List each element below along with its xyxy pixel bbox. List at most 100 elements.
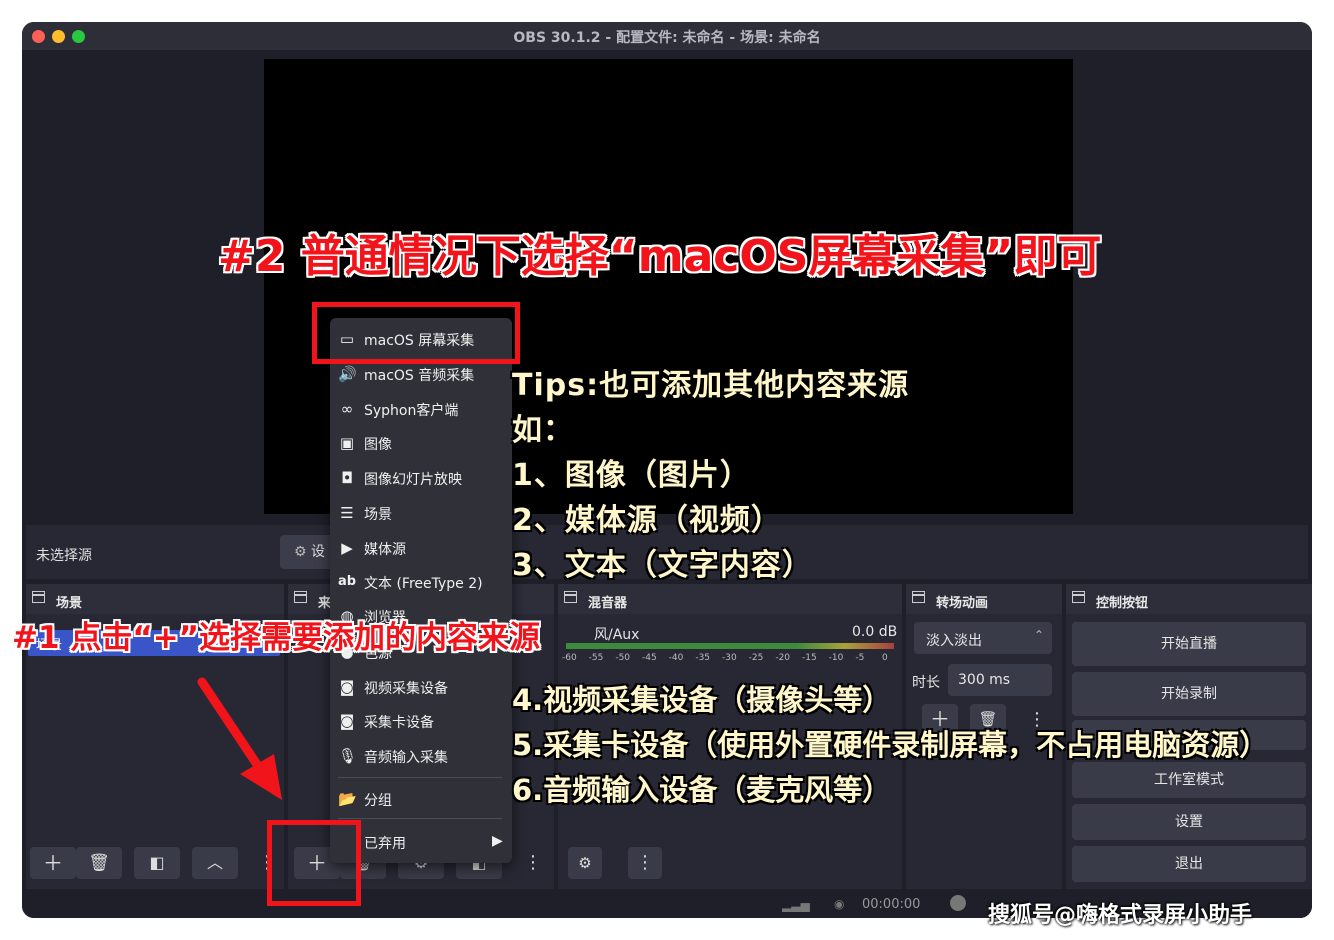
record-indicator-icon [950, 895, 966, 911]
menu-item-audio-input-capture[interactable]: 🎙 音频输入采集 [330, 739, 512, 773]
properties-label: 设 [311, 544, 326, 560]
add-scene-button[interactable]: ＋ [30, 847, 76, 879]
menu-item-image[interactable]: ▣ 图像 [330, 426, 512, 460]
annotation-arrow [197, 677, 282, 800]
transition-value: 淡入淡出 [926, 633, 982, 649]
mixer-dock-title: 混音器 [588, 596, 628, 611]
menu-item-label: 图像 [364, 437, 392, 453]
menu-item-video-capture-device[interactable]: ◙ 视频采集设备 [330, 670, 512, 704]
menu-item-scene[interactable]: ☰ 场景 [330, 496, 512, 530]
mixer-tick-label: -20 [775, 653, 791, 663]
chevron-right-icon: ▶ [492, 833, 503, 849]
mixer-tick-label: -40 [668, 653, 684, 663]
menu-separator [338, 777, 502, 778]
controls-dock-title: 控制按钮 [1096, 596, 1149, 611]
menu-item-label: 场景 [364, 507, 392, 523]
menu-item-image-slideshow[interactable]: ◘ 图像幻灯片放映 [330, 461, 512, 495]
dock-icon [32, 591, 45, 603]
tips-line: 5.采集卡设备（使用外置硬件录制屏幕，不占用电脑资源） [512, 728, 1269, 762]
menu-item-capture-card[interactable]: ◙ 采集卡设备 [330, 704, 512, 738]
menu-item-media-source[interactable]: ▶ 媒体源 [330, 531, 512, 565]
scene-filters-button[interactable]: ◧ [134, 847, 180, 879]
menu-item-label: Syphon客户端 [364, 403, 459, 419]
text-icon: ab [338, 574, 357, 589]
mixer-level: 0.0 dB [852, 624, 898, 640]
mixer-tick-label: -25 [748, 653, 764, 663]
menu-item-group[interactable]: 📂 分组 [330, 782, 512, 816]
add-source-menu: ▭ macOS 屏幕采集 🔊 macOS 音频采集 ∞ Syphon客户端 ▣ … [330, 318, 512, 863]
highlight-box-screen-capture [312, 302, 520, 364]
menu-item-label: 视频采集设备 [364, 681, 448, 697]
volume-meter [566, 643, 894, 649]
dock-icon [912, 591, 925, 603]
chevron-updown-icon: ⌃ [1034, 628, 1045, 642]
mixer-dock-header: 混音器 [558, 584, 902, 614]
trash-icon: 🗑 [88, 853, 110, 873]
play-icon: ▶ [341, 539, 353, 557]
mixer-ticks: -60 -55 -50 -45 -40 -35 -30 -25 -20 -15 -10 -5 0 [562, 653, 896, 667]
title-bar: OBS 30.1.2 - 配置文件: 未命名 - 场景: 未命名 [22, 22, 1312, 50]
start-recording-button[interactable]: 开始录制 [1072, 672, 1306, 716]
duration-label: 时长 [912, 675, 940, 691]
dock-icon [1072, 591, 1085, 603]
duration-value: 300 ms [958, 672, 1011, 688]
mixer-more-button[interactable]: ⋮ [628, 847, 662, 879]
chevron-up-icon: ︿ [206, 853, 223, 872]
move-scene-up-button[interactable]: ︿ [192, 847, 238, 879]
step1-annotation: #1 点击“+”选择需要添加的内容来源 [12, 620, 541, 656]
slideshow-icon: ◘ [341, 469, 353, 487]
transition-select[interactable]: 淡入淡出 ⌃ [914, 622, 1052, 654]
no-source-label: 未选择源 [36, 548, 92, 564]
gear-icon: ⚙ [578, 854, 592, 872]
mixer-tick-label: -50 [615, 653, 631, 663]
mixer-tick-label: -30 [722, 653, 737, 663]
watermark: 搜狐号@嗨格式录屏小助手 [988, 903, 1253, 928]
mixer-tick-label: 0 [882, 653, 888, 663]
menu-item-label: 音频输入采集 [364, 750, 448, 766]
mixer-tick-label: -5 [855, 653, 865, 663]
menu-item-label: 分组 [364, 793, 392, 809]
mixer-tick-label: -45 [642, 653, 657, 663]
tips-line: 2、媒体源（视频） [512, 503, 782, 538]
tips-line: 4.视频采集设备（摄像头等） [512, 683, 892, 717]
mixer-settings-button[interactable]: ⚙ [568, 847, 602, 879]
menu-item-label: 文本 (FreeType 2) [364, 576, 483, 592]
menu-item-syphon-client[interactable]: ∞ Syphon客户端 [330, 392, 512, 426]
window-title: OBS 30.1.2 - 配置文件: 未命名 - 场景: 未命名 [513, 30, 821, 46]
mixer-tick-label: -10 [828, 653, 844, 663]
transitions-dock-header: 转场动画 [906, 584, 1062, 614]
mixer-channel-name: 风/Aux [594, 627, 640, 643]
dock-icon [294, 591, 307, 603]
menu-separator [338, 818, 502, 819]
controls-dock-header: 控制按钮 [1066, 584, 1312, 614]
camera-icon: ◙ [339, 712, 355, 730]
stream-icon: ◉ [834, 897, 845, 911]
start-streaming-button[interactable]: 开始直播 [1072, 622, 1306, 666]
mic-icon: 🎙 [338, 747, 358, 765]
studio-mode-button[interactable]: 工作室模式 [1072, 762, 1306, 798]
exit-button[interactable]: 退出 [1072, 846, 1306, 882]
signal-icon: ▂▃▅ [782, 898, 810, 912]
scenes-dock-title: 场景 [56, 596, 83, 611]
remove-scene-button[interactable]: 🗑 [76, 847, 122, 879]
tips-line: 1、图像（图片） [512, 458, 751, 493]
filter-icon: ◧ [149, 853, 165, 872]
menu-item-label: macOS 音频采集 [364, 368, 475, 384]
transitions-dock-title: 转场动画 [936, 596, 989, 611]
menu-item-label: 已弃用 [364, 836, 406, 852]
menu-item-label: 媒体源 [364, 542, 406, 558]
menu-item-label: 采集卡设备 [364, 715, 434, 731]
step2-annotation: #2 普通情况下选择“macOS屏幕采集”即可 [218, 231, 1102, 282]
duration-field[interactable]: 300 ms [948, 664, 1052, 696]
stream-time: 00:00:00 [862, 897, 921, 912]
mixer-tick-label: -55 [588, 653, 604, 663]
tips-line: Tips:也可添加其他内容来源 [512, 368, 910, 403]
mixer-tick-label: -60 [562, 653, 577, 663]
source-more-button[interactable]: ⋮ [524, 847, 542, 879]
menu-item-label: 图像幻灯片放映 [364, 472, 462, 488]
menu-item-text-freetype[interactable]: ab 文本 (FreeType 2) [330, 565, 512, 599]
settings-button[interactable]: 设置 [1072, 804, 1306, 840]
dock-icon [564, 591, 577, 603]
scenes-dock-header: 场景 [26, 584, 284, 614]
tips-line: 3、文本（文字内容） [512, 548, 813, 583]
